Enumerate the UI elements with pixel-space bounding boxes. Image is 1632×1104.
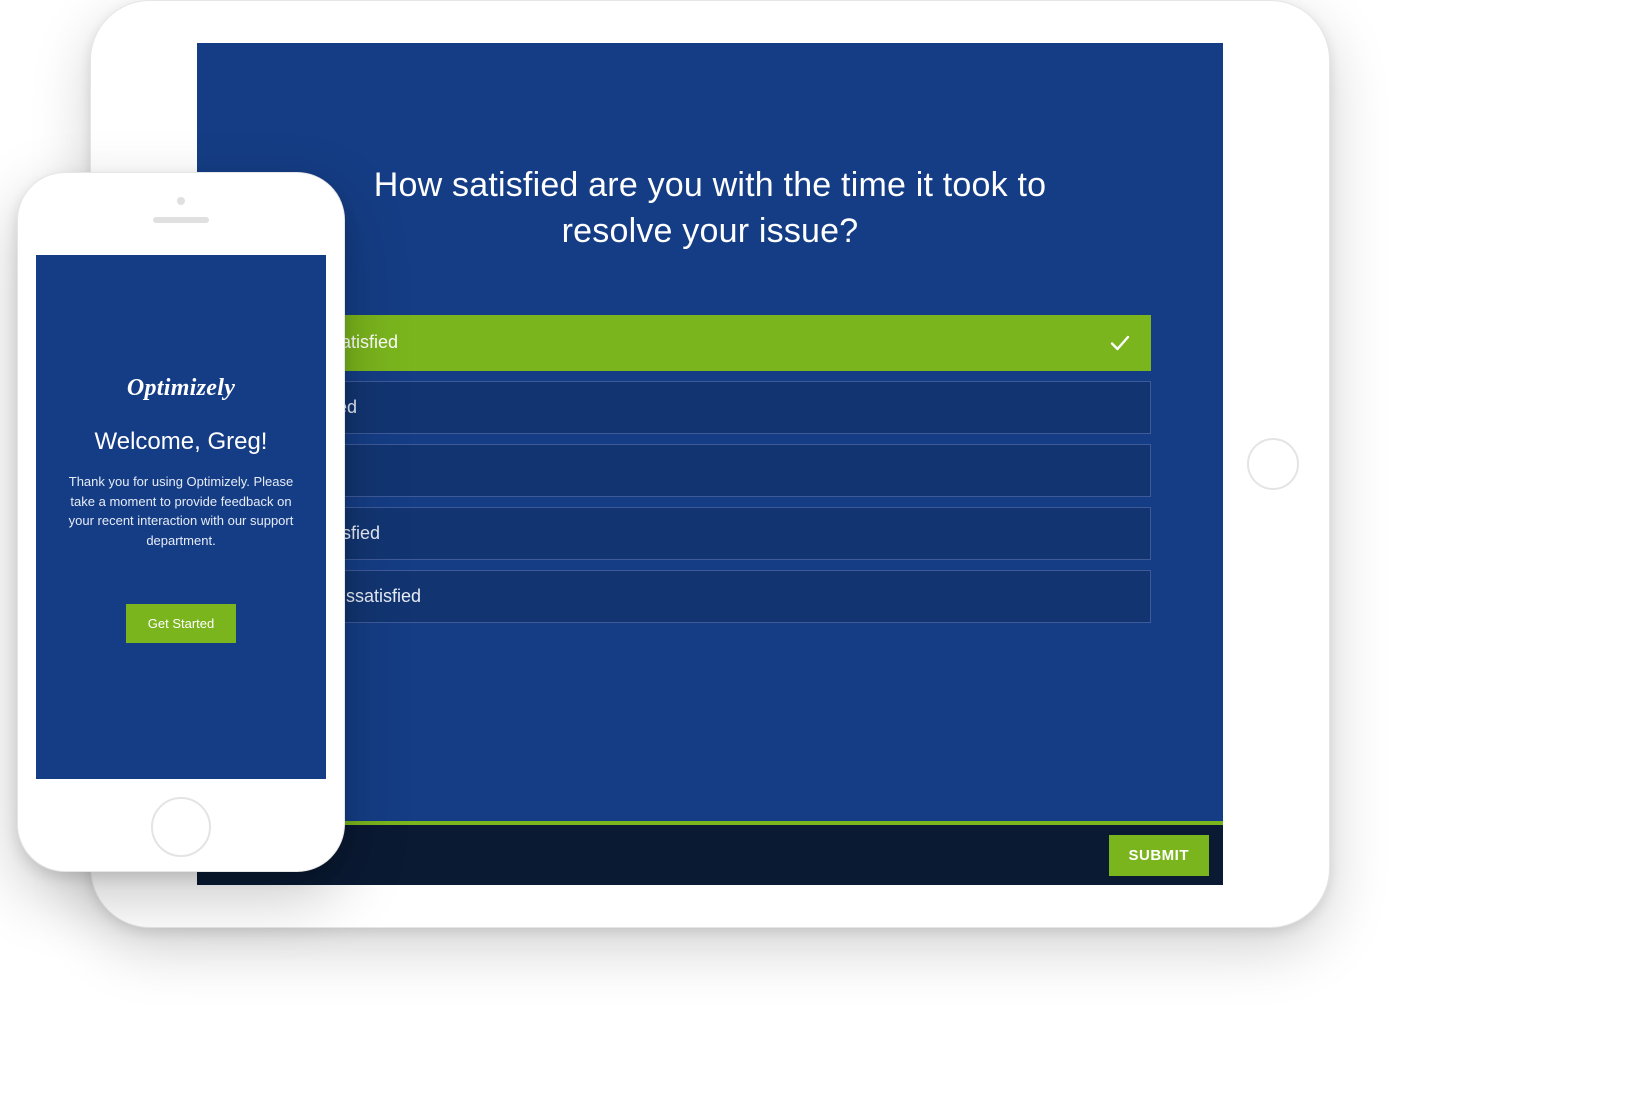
phone-screen: Optimizely Welcome, Greg! Thank you for … [36, 255, 326, 779]
option-very-dissatisfied[interactable]: Very Dissatisfied [269, 570, 1151, 623]
submit-button[interactable]: SUBMIT [1109, 835, 1210, 876]
phone-device-frame: Optimizely Welcome, Greg! Thank you for … [17, 172, 345, 872]
option-dissatisfied[interactable]: Dissatisfied [269, 507, 1151, 560]
phone-camera-icon [177, 197, 185, 205]
tablet-home-button[interactable] [1247, 438, 1299, 490]
check-icon [1108, 331, 1132, 355]
survey-question: How satisfied are you with the time it t… [330, 163, 1090, 255]
welcome-heading: Welcome, Greg! [95, 428, 268, 456]
option-very-satisfied[interactable]: Very Satisfied [269, 315, 1151, 371]
option-satisfied[interactable]: Satisfied [269, 381, 1151, 434]
intro-text: Thank you for using Optimizely. Please t… [56, 472, 306, 550]
optimizely-logo: Optimizely [127, 375, 235, 402]
survey-footer: SUBMIT [197, 821, 1223, 885]
phone-speaker-icon [153, 217, 209, 223]
tablet-screen: How satisfied are you with the time it t… [197, 43, 1223, 885]
survey-options: Very Satisfied Satisfied Neutral Dissati… [269, 315, 1151, 623]
phone-home-button[interactable] [151, 797, 211, 857]
survey-panel: How satisfied are you with the time it t… [197, 43, 1223, 821]
option-neutral[interactable]: Neutral [269, 444, 1151, 497]
get-started-button[interactable]: Get Started [126, 604, 236, 643]
